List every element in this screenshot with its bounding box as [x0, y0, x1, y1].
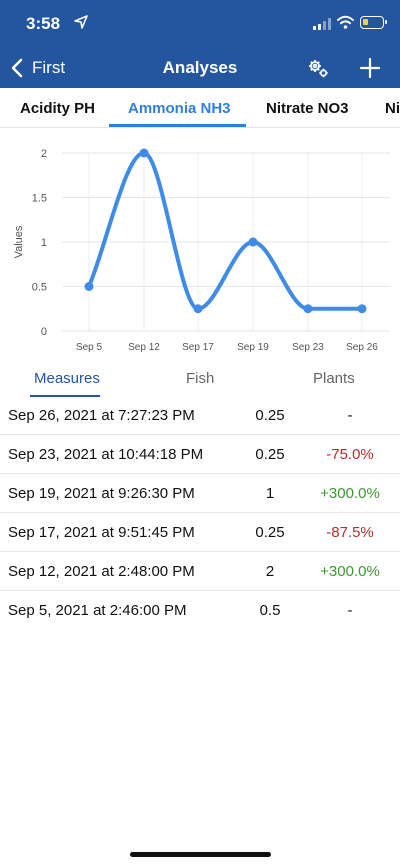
measure-change: -: [347, 602, 353, 619]
measure-date: Sep 5, 2021 at 2:46:00 PM: [8, 602, 187, 619]
x-tick-label: Sep 17: [182, 342, 214, 353]
active-tab-indicator: [109, 124, 246, 127]
measure-change: +300.0%: [320, 485, 380, 502]
measure-row[interactable]: Sep 5, 2021 at 2:46:00 PM 0.5-: [0, 591, 400, 630]
measure-date: Sep 12, 2021 at 2:48:00 PM: [8, 563, 195, 580]
add-icon[interactable]: [358, 56, 382, 80]
data-point: [357, 304, 367, 314]
measure-change: +300.0%: [320, 563, 380, 580]
ammonia-chart: 0 0.5 1 1.5 2 Sep 5 Sep 12 Sep 17 Sep 19 Sep 23 Se…: [13, 148, 390, 353]
segment-fish[interactable]: Fish: [186, 370, 214, 387]
measure-row[interactable]: Sep 23, 2021 at 10:44:18 PM 0.25 -75.0%: [0, 435, 400, 474]
wifi-icon: [337, 15, 354, 29]
y-tick-label: 1: [41, 237, 47, 249]
y-tick-label: 0: [41, 326, 47, 338]
measure-change: -: [347, 407, 353, 424]
series-line: [87, 150, 364, 311]
x-tick-label: Sep 23: [292, 342, 324, 353]
location-arrow-icon: [74, 15, 88, 29]
data-point: [193, 304, 203, 314]
data-point: [139, 148, 149, 158]
measure-date: Sep 17, 2021 at 9:51:45 PM: [8, 524, 195, 541]
cellular-signal-icon: [313, 18, 331, 30]
segment-measures[interactable]: Measures: [34, 370, 100, 387]
x-tick-label: Sep 26: [346, 342, 378, 353]
y-tick-label: 1.5: [32, 193, 47, 205]
measure-date: Sep 26, 2021 at 7:27:23 PM: [8, 407, 195, 424]
measure-date: Sep 23, 2021 at 10:44:18 PM: [8, 446, 204, 463]
measure-date: Sep 19, 2021 at 9:26:30 PM: [8, 485, 195, 502]
battery-icon: [360, 16, 387, 29]
analysis-tabs: Acidity PH Ammonia NH3 Nitrate NO3 Ni: [0, 88, 400, 128]
data-point: [84, 282, 94, 291]
measure-change: -75.0%: [326, 446, 374, 463]
status-time: 3:58: [26, 14, 61, 33]
data-point: [248, 237, 258, 247]
y-tick-label: 2: [41, 148, 47, 160]
detail-segment-control: Measures Fish Plants: [0, 360, 400, 398]
navigation-header: 3:58 First Analyses: [0, 0, 400, 88]
tab-nitrate-no3[interactable]: Nitrate NO3: [266, 100, 349, 117]
data-point: [303, 304, 313, 314]
measure-row[interactable]: Sep 17, 2021 at 9:51:45 PM 0.25 -87.5%: [0, 513, 400, 552]
measure-row[interactable]: Sep 12, 2021 at 2:48:00 PM 2 +300.0%: [0, 552, 400, 591]
page-title: Analyses: [162, 58, 238, 77]
measure-row[interactable]: Sep 26, 2021 at 7:27:23 PM 0.25-: [0, 396, 400, 435]
measure-change: -87.5%: [326, 524, 374, 541]
gears-icon[interactable]: [306, 56, 330, 80]
tab-ni[interactable]: Ni: [385, 100, 400, 117]
y-tick-label: 0.5: [32, 282, 47, 294]
home-indicator[interactable]: [130, 852, 271, 857]
y-axis-title: Values: [13, 225, 25, 258]
tab-ammonia-nh3[interactable]: Ammonia NH3: [128, 100, 231, 117]
x-tick-label: Sep 5: [76, 342, 103, 353]
measures-list: Sep 26, 2021 at 7:27:23 PM 0.25- Sep 23, 2…: [0, 396, 400, 630]
tab-acidity-ph[interactable]: Acidity PH: [20, 100, 95, 117]
segment-plants[interactable]: Plants: [313, 370, 355, 387]
x-tick-label: Sep 19: [237, 342, 269, 353]
x-tick-label: Sep 12: [128, 342, 160, 353]
measure-row[interactable]: Sep 19, 2021 at 9:26:30 PM 1 +300.0%: [0, 474, 400, 513]
